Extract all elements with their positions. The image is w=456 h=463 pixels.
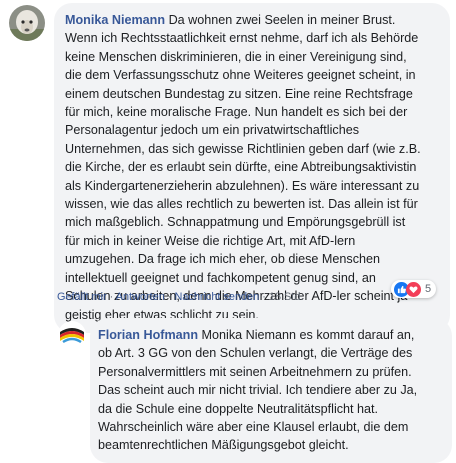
like-link[interactable]: Gefällt mir [57,291,107,303]
comment-bubble: Monika Niemann Da wohnen zwei Seelen in … [54,3,450,333]
sheep-photo-icon [9,5,45,41]
reply-link[interactable]: Antworten [116,291,165,303]
avatar-monika[interactable] [9,5,45,41]
reply-bubble: Florian Hofmann Monika Niemann es kommt … [90,318,452,463]
reactions-summary[interactable]: 5 [391,280,437,298]
love-icon [406,281,421,297]
reaction-count: 5 [425,283,432,295]
send-message-link[interactable]: Nachricht senden [174,291,259,303]
reply-text: Monika Niemann es kommt darauf an, ob Ar… [98,328,418,453]
comment-text: Da wohnen zwei Seelen in meiner Brust. W… [65,13,421,322]
flag-logo-icon [58,321,86,349]
reply-author[interactable]: Florian Hofmann [98,328,198,342]
comment-actions: Gefällt mir · Antworten · Nachricht send… [57,291,304,303]
avatar-florian[interactable] [58,321,86,349]
comment-author[interactable]: Monika Niemann [65,13,165,27]
comment-timestamp[interactable]: 18 Std. [269,291,304,303]
